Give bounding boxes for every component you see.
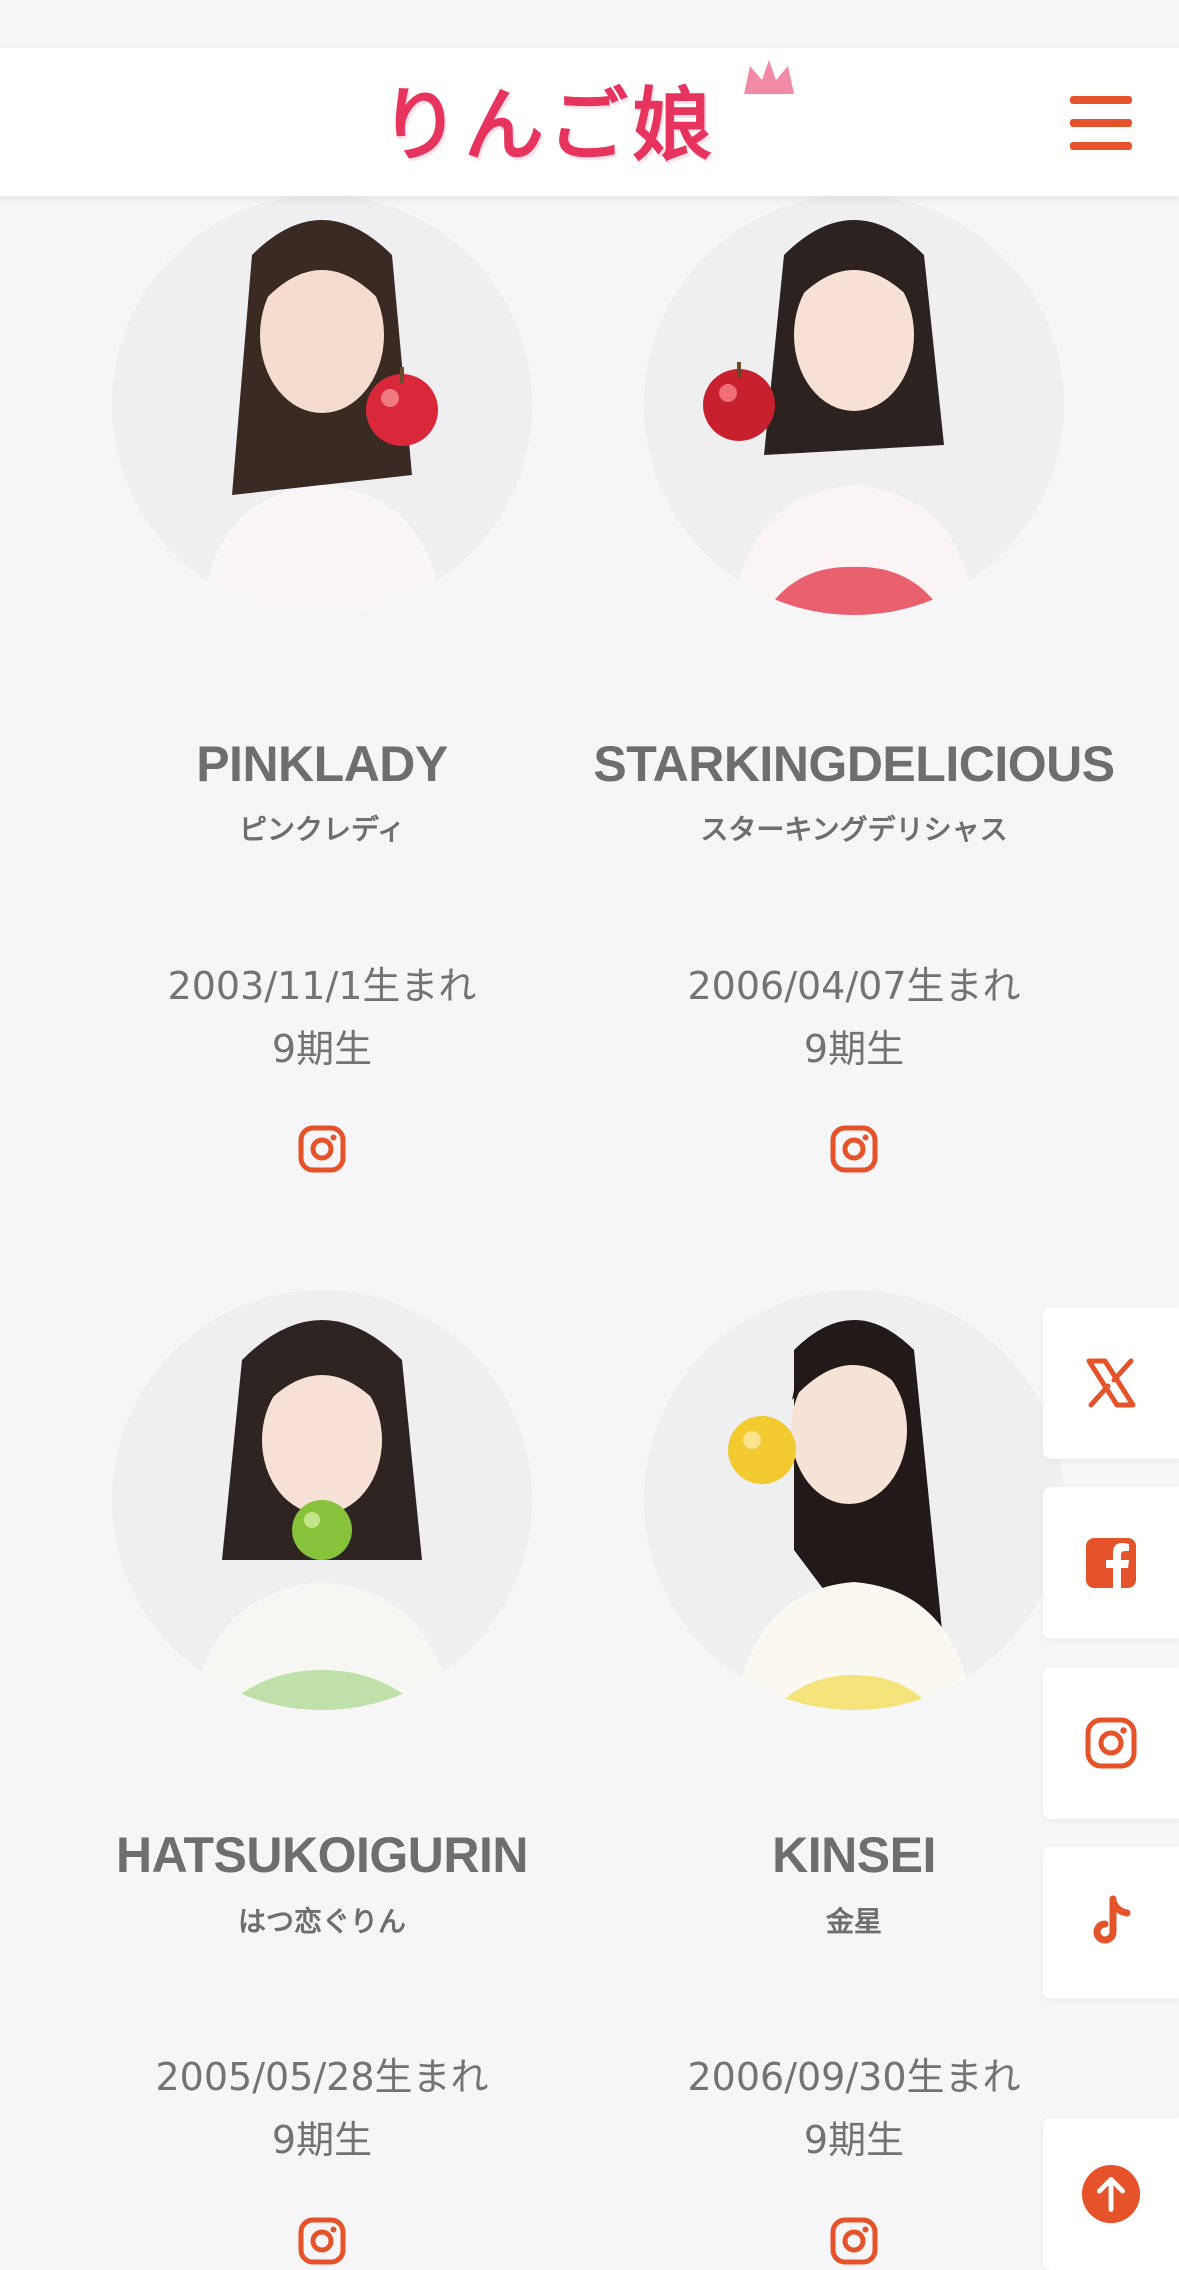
member-birthdate: 2006/04/07生まれ <box>687 964 1021 1008</box>
instagram-icon <box>1085 1717 1137 1769</box>
instagram-share-button[interactable] <box>1043 1667 1179 1819</box>
tiktok-share-button[interactable] <box>1043 1847 1179 1999</box>
member-photo <box>112 1290 532 1710</box>
member-generation: 9期生 <box>803 1027 905 1071</box>
member-birthdate: 2003/11/1生まれ <box>167 964 477 1008</box>
instagram-icon[interactable] <box>829 1124 879 1174</box>
facebook-icon <box>1086 1538 1136 1588</box>
member-generation: 9期生 <box>271 1027 373 1071</box>
member-photo <box>644 195 1064 615</box>
arrow-up-icon <box>1081 2164 1141 2224</box>
instagram-icon[interactable] <box>297 2216 347 2266</box>
facebook-share-button[interactable] <box>1043 1487 1179 1639</box>
site-logo[interactable]: りんご娘 <box>380 58 800 178</box>
tiktok-icon <box>1093 1895 1131 1944</box>
x-icon <box>1086 1358 1136 1408</box>
member-photo <box>112 195 532 615</box>
instagram-icon[interactable] <box>829 2216 879 2266</box>
hamburger-menu-button[interactable] <box>1068 96 1134 152</box>
member-generation: 9期生 <box>271 2118 373 2162</box>
crown-icon <box>744 60 794 94</box>
member-name-kana: スターキングデリシャス <box>700 813 1008 846</box>
back-to-top-button[interactable] <box>1043 2118 1179 2270</box>
x-share-button[interactable] <box>1043 1307 1179 1459</box>
member-name: HATSUKOIGURIN <box>115 1827 529 1883</box>
member-birthdate: 2005/05/28生まれ <box>155 2055 489 2099</box>
member-name-kana: ピンクレディ <box>238 813 406 846</box>
member-name: STARKINGDELICIOUS <box>593 736 1115 792</box>
member-portrait <box>644 195 1064 615</box>
member-portrait <box>112 195 532 615</box>
member-name-kana: はつ恋ぐりん <box>237 1905 406 1938</box>
instagram-icon[interactable] <box>297 1124 347 1174</box>
member-birthdate: 2006/09/30生まれ <box>687 2055 1021 2099</box>
member-portrait <box>112 1290 532 1710</box>
member-photo <box>644 1290 1064 1710</box>
site-header: りんご娘 <box>0 48 1179 196</box>
member-portrait <box>644 1290 1064 1710</box>
member-name: PINKLADY <box>196 736 448 792</box>
logo-text: りんご娘 <box>380 79 716 172</box>
